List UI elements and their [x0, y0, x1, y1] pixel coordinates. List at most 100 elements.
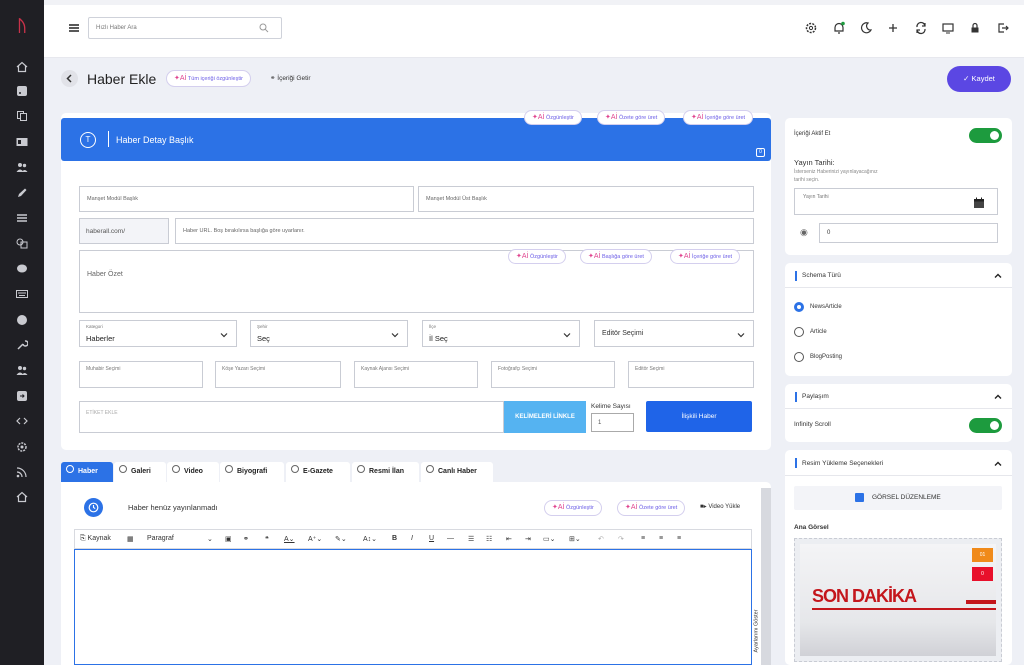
- related-news-button[interactable]: İlişkili Haber: [646, 401, 752, 432]
- team-icon[interactable]: [16, 364, 28, 376]
- ai-summary-originalize-button[interactable]: ✦Aİ Özgünleştir: [508, 249, 566, 264]
- word-count-input[interactable]: 1: [591, 413, 634, 432]
- manset-title-input[interactable]: Manşet Modül Başlık: [79, 186, 414, 212]
- view-count-input[interactable]: 0: [819, 223, 998, 243]
- feed-icon[interactable]: [16, 466, 28, 478]
- quote-icon[interactable]: ❝: [265, 535, 269, 543]
- brand-logo[interactable]: ᚢ: [12, 17, 32, 37]
- code-icon[interactable]: [16, 415, 28, 427]
- editor-picker[interactable]: Editör Seçimi: [628, 361, 754, 388]
- chevron-up-icon[interactable]: [994, 393, 1002, 401]
- ai-summary-from-title-button[interactable]: ✦Aİ Başlığa göre üret: [580, 249, 652, 264]
- city-select[interactable]: Şehir Seç: [250, 320, 408, 347]
- quick-search-input[interactable]: Hızlı Haber Ara: [88, 17, 282, 39]
- image-edit-button[interactable]: GÖRSEL DÜZENLEME: [794, 486, 1002, 510]
- tab-e-gazete[interactable]: E-Gazete: [286, 462, 350, 482]
- outdent-icon[interactable]: ⇤: [506, 535, 512, 543]
- video-upload-button[interactable]: ■▸ Video Yükle: [700, 503, 740, 510]
- globe-icon[interactable]: [16, 314, 28, 326]
- chevron-up-icon[interactable]: [994, 272, 1002, 280]
- bold-icon[interactable]: B: [392, 535, 397, 542]
- back-button[interactable]: [61, 70, 78, 87]
- image-edit-small-button[interactable]: 01: [972, 548, 993, 562]
- copy-icon[interactable]: [16, 110, 28, 122]
- text-size-icon[interactable]: A↕⌄: [363, 535, 377, 543]
- save-button[interactable]: ✓ Kaydet: [947, 66, 1011, 92]
- editor-choice-select[interactable]: Editör Seçimi: [594, 320, 754, 347]
- table-icon[interactable]: ⊞⌄: [569, 535, 581, 543]
- chevron-up-icon[interactable]: [994, 460, 1002, 468]
- ai-summary-generate-button[interactable]: ✦Aİ Özete göre üret: [597, 110, 666, 125]
- ai-summary-from-content-button[interactable]: ✦Aİ İçeriğe göre üret: [670, 249, 741, 264]
- agency-picker[interactable]: Kaynak Ajansı Seçimi: [354, 361, 478, 388]
- shapes-icon[interactable]: [16, 237, 28, 249]
- link-keywords-button[interactable]: KELİMELERİ LİNKLE: [504, 401, 586, 433]
- redo-icon[interactable]: ↷: [618, 535, 624, 543]
- pen-icon[interactable]: [16, 187, 28, 199]
- tab-canli-haber[interactable]: Canlı Haber: [421, 462, 493, 482]
- font-color-icon[interactable]: A⌄: [284, 535, 295, 543]
- align-center-icon[interactable]: ≡: [659, 535, 663, 542]
- main-image-dropzone[interactable]: SON DAKİKA 01 0: [794, 538, 1002, 662]
- fetch-content-link[interactable]: ⚭ İçeriği Getir: [270, 74, 311, 82]
- template-icon[interactable]: ▦: [127, 535, 134, 543]
- image-icon[interactable]: ▣: [225, 535, 232, 543]
- gear-icon[interactable]: [804, 21, 818, 35]
- content-editor[interactable]: [74, 549, 752, 665]
- paragraph-select[interactable]: Paragraf: [147, 535, 174, 542]
- highlight-icon[interactable]: ✎⌄: [335, 535, 347, 543]
- link-icon[interactable]: ⚭: [243, 535, 249, 543]
- content-active-toggle[interactable]: [969, 128, 1002, 143]
- image-delete-button[interactable]: 0: [972, 567, 993, 581]
- undo-icon[interactable]: ↶: [598, 535, 604, 543]
- ai-content-from-summary-button[interactable]: ✦Aİ Özete göre üret: [617, 500, 686, 516]
- list-icon[interactable]: [16, 212, 28, 224]
- export-icon[interactable]: [16, 390, 28, 402]
- monitor-icon[interactable]: [941, 21, 955, 35]
- align-left-icon[interactable]: ≡: [641, 535, 645, 542]
- photographer-picker[interactable]: Fotoğrafçı Seçimi: [491, 361, 615, 388]
- district-select[interactable]: İlçe İl Seç: [422, 320, 580, 347]
- reporter-picker[interactable]: Muhabir Seçimi: [79, 361, 203, 388]
- source-button[interactable]: ⎘ Kaynak: [80, 535, 111, 543]
- wrench-icon[interactable]: [16, 339, 28, 351]
- tab-biyografi[interactable]: Biyografi: [220, 462, 284, 482]
- calendar-icon[interactable]: [973, 197, 985, 209]
- id-card-icon[interactable]: [16, 136, 28, 148]
- search-icon[interactable]: [259, 23, 269, 33]
- hamburger-menu-icon[interactable]: [68, 22, 80, 34]
- bullet-list-icon[interactable]: ☰: [468, 535, 474, 543]
- refresh-icon[interactable]: [914, 21, 928, 35]
- tab-haber[interactable]: Haber: [61, 462, 113, 482]
- tab-resmi-ilan[interactable]: Resmi İlan: [352, 462, 419, 482]
- font-size-icon[interactable]: A⁺⌄: [308, 535, 322, 543]
- tab-galeri[interactable]: Galeri: [114, 462, 166, 482]
- logout-icon[interactable]: [996, 21, 1010, 35]
- users-icon[interactable]: [16, 161, 28, 173]
- schema-blogposting-radio[interactable]: [794, 352, 804, 362]
- plus-icon[interactable]: [886, 21, 900, 35]
- horizontal-line-icon[interactable]: —: [447, 535, 454, 542]
- numbered-list-icon[interactable]: ☷: [486, 535, 492, 543]
- chevron-down-icon[interactable]: ⌄: [207, 535, 213, 543]
- lock-icon[interactable]: [968, 21, 982, 35]
- align-right-icon[interactable]: ≡: [677, 535, 681, 542]
- home-icon[interactable]: [16, 61, 28, 73]
- media-embed-icon[interactable]: ▭⌄: [543, 535, 555, 543]
- manset-subtitle-input[interactable]: Manşet Modül Üst Başlık: [418, 186, 754, 212]
- category-select[interactable]: Kategori Haberler: [79, 320, 237, 347]
- italic-icon[interactable]: I: [411, 535, 413, 542]
- tab-video[interactable]: Video: [167, 462, 219, 482]
- url-input[interactable]: Haber URL. Boş bırakılırsa başlığa göre …: [175, 218, 754, 244]
- summary-textarea[interactable]: Haber Özet: [79, 250, 754, 313]
- moon-icon[interactable]: [859, 21, 873, 35]
- ai-content-generate-button[interactable]: ✦Aİ İçeriğe göre üret: [683, 110, 754, 125]
- tag-input[interactable]: ETİKET EKLE: [79, 401, 504, 433]
- publish-date-input[interactable]: Yayın Tarihi: [794, 188, 998, 215]
- indent-icon[interactable]: ⇥: [525, 535, 531, 543]
- ai-originalize-button[interactable]: ✦Aİ Özgünleştir: [524, 110, 582, 125]
- schema-newsarticle-radio[interactable]: [794, 302, 804, 312]
- bell-icon[interactable]: [832, 21, 846, 35]
- settings-icon[interactable]: [16, 441, 28, 453]
- house-icon[interactable]: [16, 491, 28, 503]
